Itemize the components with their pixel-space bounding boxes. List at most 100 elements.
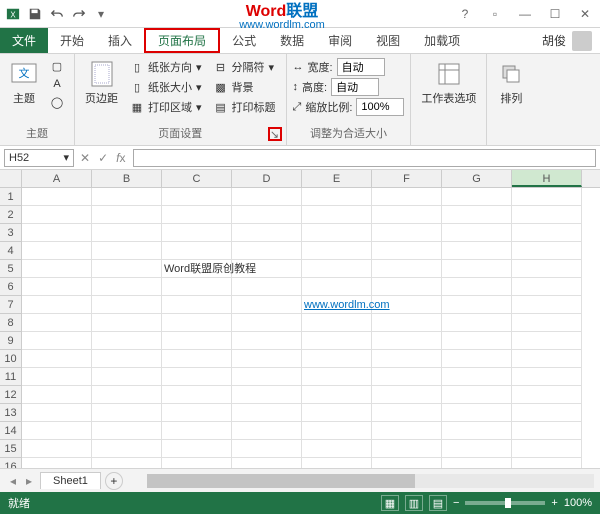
cell[interactable]: [512, 314, 582, 332]
cell[interactable]: [302, 224, 372, 242]
cell[interactable]: [232, 260, 302, 278]
cell[interactable]: [92, 332, 162, 350]
cell[interactable]: [372, 404, 442, 422]
sheet-nav-next-icon[interactable]: ▸: [22, 474, 36, 488]
cell[interactable]: [442, 440, 512, 458]
zoom-slider[interactable]: [465, 501, 545, 505]
row-header[interactable]: 1: [0, 188, 21, 206]
cell[interactable]: [22, 188, 92, 206]
cell[interactable]: [372, 440, 442, 458]
minimize-icon[interactable]: —: [514, 5, 536, 23]
cell[interactable]: [162, 206, 232, 224]
tab-addins[interactable]: 加载项: [412, 28, 472, 53]
cell[interactable]: [22, 242, 92, 260]
cell[interactable]: [22, 224, 92, 242]
cell[interactable]: [162, 242, 232, 260]
size-button[interactable]: ▯纸张大小 ▾: [126, 78, 206, 96]
cell[interactable]: [162, 224, 232, 242]
cell[interactable]: [302, 206, 372, 224]
theme-colors-button[interactable]: ▢: [46, 58, 68, 74]
page-setup-launcher-icon[interactable]: ↘: [268, 127, 282, 141]
tab-review[interactable]: 审阅: [316, 28, 364, 53]
breaks-button[interactable]: ⊟分隔符 ▾: [210, 58, 280, 76]
cell[interactable]: [512, 368, 582, 386]
cell[interactable]: [512, 296, 582, 314]
cell[interactable]: [162, 458, 232, 468]
cell[interactable]: [512, 422, 582, 440]
cell[interactable]: [92, 224, 162, 242]
cell[interactable]: [302, 188, 372, 206]
cell[interactable]: [442, 296, 512, 314]
col-header[interactable]: E: [302, 170, 372, 187]
save-icon[interactable]: [26, 5, 44, 23]
theme-effects-button[interactable]: ◯: [46, 94, 68, 110]
row-header[interactable]: 16: [0, 458, 21, 468]
print-area-button[interactable]: ▦打印区域 ▾: [126, 98, 206, 116]
sheet-tab-active[interactable]: Sheet1: [40, 472, 101, 489]
cell[interactable]: [512, 332, 582, 350]
cell[interactable]: [442, 404, 512, 422]
cell[interactable]: [232, 332, 302, 350]
cell[interactable]: [442, 260, 512, 278]
cell[interactable]: [232, 296, 302, 314]
cell[interactable]: [302, 314, 372, 332]
cell[interactable]: [162, 422, 232, 440]
cell[interactable]: [512, 188, 582, 206]
cell[interactable]: [162, 188, 232, 206]
row-header[interactable]: 3: [0, 224, 21, 242]
cell[interactable]: [512, 224, 582, 242]
cells-area[interactable]: Word联盟原创教程www.wordlm.com: [22, 188, 600, 468]
cell[interactable]: [512, 260, 582, 278]
cell[interactable]: [442, 188, 512, 206]
excel-icon[interactable]: X: [4, 5, 22, 23]
row-header[interactable]: 11: [0, 368, 21, 386]
cell[interactable]: [302, 386, 372, 404]
undo-icon[interactable]: [48, 5, 66, 23]
qat-dropdown-icon[interactable]: ▾: [92, 5, 110, 23]
row-header[interactable]: 2: [0, 206, 21, 224]
cell[interactable]: [162, 278, 232, 296]
cell[interactable]: [372, 224, 442, 242]
fx-icon[interactable]: fx: [116, 151, 125, 165]
cell[interactable]: [232, 386, 302, 404]
cell[interactable]: [372, 386, 442, 404]
cell[interactable]: [442, 368, 512, 386]
sheet-nav-prev-icon[interactable]: ◂: [6, 474, 20, 488]
cell[interactable]: [442, 242, 512, 260]
cell[interactable]: [232, 368, 302, 386]
cell[interactable]: [22, 422, 92, 440]
row-header[interactable]: 15: [0, 440, 21, 458]
cell[interactable]: [512, 278, 582, 296]
tab-insert[interactable]: 插入: [96, 28, 144, 53]
formula-input[interactable]: [133, 149, 596, 167]
add-sheet-button[interactable]: +: [105, 472, 123, 490]
cell[interactable]: [22, 350, 92, 368]
cell[interactable]: [302, 242, 372, 260]
cell[interactable]: [372, 458, 442, 468]
cell[interactable]: [92, 260, 162, 278]
user-account[interactable]: 胡俊: [542, 28, 600, 53]
cell[interactable]: [302, 350, 372, 368]
tab-view[interactable]: 视图: [364, 28, 412, 53]
cell[interactable]: [22, 260, 92, 278]
close-icon[interactable]: ✕: [574, 5, 596, 23]
cell[interactable]: [162, 314, 232, 332]
cell[interactable]: [92, 314, 162, 332]
row-header[interactable]: 12: [0, 386, 21, 404]
scale-height-input[interactable]: [331, 78, 379, 96]
cell[interactable]: [92, 368, 162, 386]
cell[interactable]: [372, 422, 442, 440]
cell[interactable]: [372, 242, 442, 260]
redo-icon[interactable]: [70, 5, 88, 23]
cell[interactable]: [512, 404, 582, 422]
cell[interactable]: www.wordlm.com: [302, 296, 372, 314]
cell[interactable]: [302, 368, 372, 386]
cell[interactable]: [372, 278, 442, 296]
cell[interactable]: [442, 458, 512, 468]
cell[interactable]: [302, 422, 372, 440]
cell[interactable]: [232, 422, 302, 440]
cell[interactable]: [232, 278, 302, 296]
print-titles-button[interactable]: ▤打印标题: [210, 98, 280, 116]
cell[interactable]: [92, 242, 162, 260]
cell[interactable]: [442, 314, 512, 332]
